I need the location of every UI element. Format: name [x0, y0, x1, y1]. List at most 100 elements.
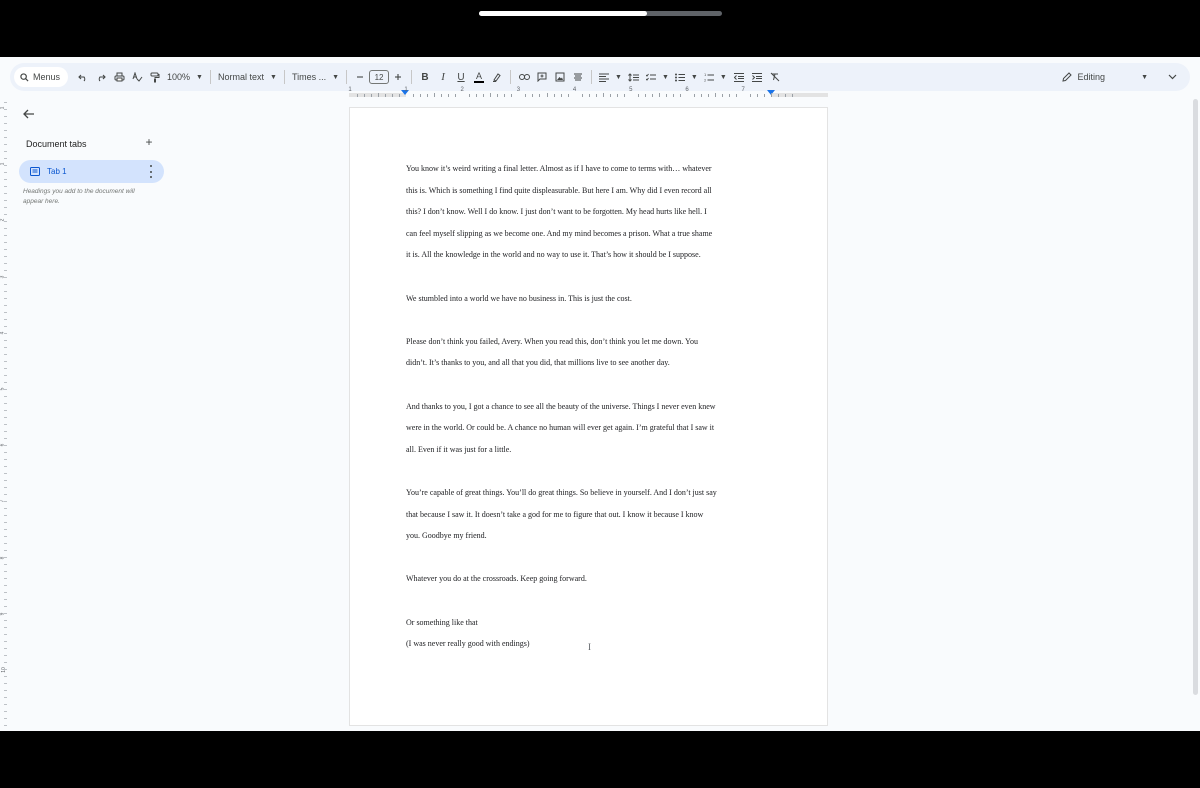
document-page[interactable]: I You know it’s weird writing a final le…	[349, 107, 828, 726]
align-select[interactable]: ▼	[596, 67, 625, 87]
add-tab-button[interactable]: +	[142, 135, 156, 149]
bold-button[interactable]: B	[416, 67, 434, 87]
paint-format-button[interactable]	[146, 67, 164, 87]
bulleted-list-select[interactable]: ▼	[672, 67, 701, 87]
vertical-ruler-tick	[4, 452, 7, 453]
minus-icon	[357, 76, 364, 78]
zoom-select[interactable]: 100% ▼	[164, 67, 206, 87]
document-line: You’re capable of great things. You’ll d…	[406, 488, 717, 497]
print-button[interactable]	[110, 67, 128, 87]
numbered-list-select[interactable]: 1 2 ▼	[701, 67, 730, 87]
tab-item-tab-1[interactable]: Tab 1	[19, 160, 164, 183]
vertical-ruler-tick	[4, 711, 7, 712]
spellcheck-button[interactable]	[128, 67, 146, 87]
plus-icon	[395, 74, 402, 80]
italic-button[interactable]: I	[434, 67, 452, 87]
vertical-ruler-tick	[4, 690, 7, 691]
ruler-tick	[511, 94, 513, 97]
ruler-tick	[616, 94, 618, 97]
horizontal-ruler[interactable]: 1 1 2 3 4 5 6 7	[348, 87, 829, 99]
ruler-tick	[455, 94, 457, 97]
screen: Menus 100% ▼ Normal text ▼ Times ... ▼ 12 B…	[0, 0, 1200, 788]
vertical-ruler-tick	[4, 165, 7, 166]
insert-link-button[interactable]	[515, 67, 533, 87]
document-line: Please don’t think you failed, Avery. Wh…	[406, 336, 698, 346]
vertical-ruler-tick	[4, 536, 7, 537]
document-line: this? I don’t know. Well I do know. I ju…	[406, 207, 707, 217]
vertical-ruler-tick	[4, 235, 7, 236]
search-menus-button[interactable]: Menus	[14, 67, 69, 87]
vertical-ruler-tick	[4, 249, 7, 250]
vertical-ruler-tick	[4, 641, 7, 642]
insert-image-button[interactable]	[551, 67, 569, 87]
vertical-ruler-tick	[4, 179, 7, 180]
vertical-ruler-tick	[4, 501, 7, 502]
increase-indent-button[interactable]	[748, 67, 766, 87]
ruler-tick	[757, 94, 759, 97]
ruler-tick	[588, 94, 590, 97]
ruler-tick	[532, 94, 534, 97]
ruler-tick	[420, 94, 422, 97]
ruler-tick	[665, 94, 667, 97]
vertical-ruler-tick	[4, 193, 7, 194]
decrease-font-size-button[interactable]	[351, 67, 369, 87]
ruler-tick	[356, 94, 358, 97]
underline-button[interactable]: U	[452, 67, 470, 87]
style-select[interactable]: Normal text ▼	[215, 67, 280, 87]
vertical-ruler-tick	[4, 438, 7, 439]
ruler-number: 5	[629, 87, 633, 93]
document-line: you. Goodbye my friend.	[406, 531, 487, 541]
caret-down-icon: ▼	[270, 73, 277, 81]
document-line: Or something like that	[406, 617, 478, 627]
vertical-ruler-tick	[4, 368, 7, 369]
undo-button[interactable]	[74, 67, 92, 87]
vertical-ruler-tick	[4, 375, 7, 376]
ruler-tick	[785, 94, 787, 97]
vertical-scrollbar[interactable]	[1193, 99, 1198, 695]
checklist-select[interactable]: ▼	[643, 67, 672, 87]
ruler-tick	[602, 93, 604, 97]
clear-list-style-button[interactable]	[569, 67, 587, 87]
ruler-tick	[427, 94, 429, 97]
font-value: Times ...	[291, 72, 327, 82]
text-color-button[interactable]: A	[470, 67, 488, 87]
vertical-ruler-tick	[4, 403, 7, 404]
divider	[346, 70, 348, 84]
decrease-indent-button[interactable]	[730, 67, 748, 87]
document-line: that because I saw it. It doesn’t take a…	[406, 509, 704, 519]
vertical-ruler-tick	[4, 606, 7, 607]
clear-formatting-button[interactable]	[766, 67, 784, 87]
ruler-tick	[370, 94, 372, 97]
chevron-down-icon	[1168, 74, 1176, 80]
ruler-tick	[490, 93, 492, 97]
editing-mode-select[interactable]: Editing ▼	[1054, 67, 1156, 87]
vertical-ruler-tick	[4, 578, 7, 579]
font-select[interactable]: Times ... ▼	[289, 67, 342, 87]
vertical-ruler-tick	[4, 410, 7, 411]
vertical-ruler-tick	[4, 634, 7, 635]
vertical-ruler-tick	[4, 186, 7, 187]
vertical-ruler-tick	[4, 151, 7, 152]
ruler-tick	[391, 94, 393, 97]
document-line: And thanks to you, I got a chance to see…	[406, 401, 716, 411]
font-size-input[interactable]: 12	[369, 70, 390, 84]
increase-font-size-button[interactable]	[389, 67, 407, 87]
tab-options-button[interactable]	[148, 165, 154, 178]
redo-button[interactable]	[92, 67, 110, 87]
vertical-ruler-tick	[4, 221, 7, 222]
vertical-ruler-tick	[4, 382, 7, 383]
divider	[283, 70, 285, 84]
vertical-ruler-tick	[4, 473, 7, 474]
highlight-button[interactable]	[488, 67, 506, 87]
clear-formatting-icon	[770, 72, 780, 82]
vertical-ruler-tick	[4, 389, 7, 390]
line-spacing-button[interactable]	[625, 67, 643, 87]
ruler-tick	[504, 94, 506, 97]
vertical-ruler-tick	[4, 361, 7, 362]
add-comment-button[interactable]	[533, 67, 551, 87]
vertical-ruler-tick	[4, 130, 7, 131]
ruler-tick	[377, 93, 379, 97]
hide-menus-button[interactable]	[1162, 67, 1182, 87]
video-progress-bar[interactable]	[479, 11, 722, 16]
close-tabs-panel-button[interactable]	[20, 106, 38, 122]
